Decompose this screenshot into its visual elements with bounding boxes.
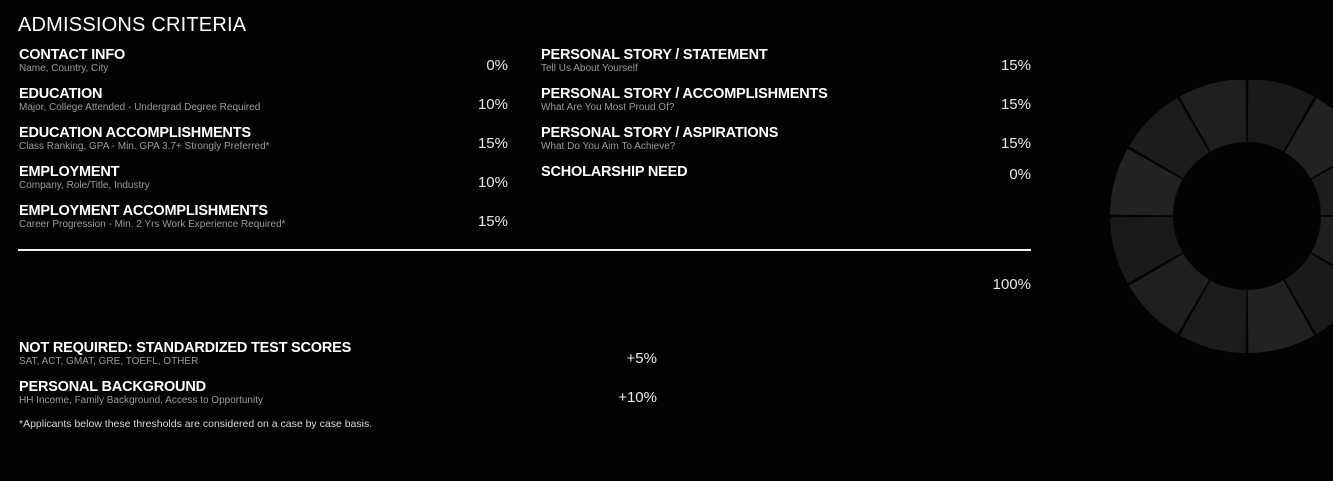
criteria-label: EDUCATION ACCOMPLISHMENTS [19, 125, 251, 141]
bonus-weight: +5% [626, 350, 657, 367]
criteria-left-column: CONTACT INFO Name, Country, City 0% EDUC… [19, 48, 508, 243]
criteria-row-contact-info: CONTACT INFO Name, Country, City 0% [19, 48, 508, 87]
criteria-label: EMPLOYMENT [19, 164, 120, 180]
bonus-description: HH Income, Family Background, Access to … [19, 395, 263, 406]
criteria-label: PERSONAL STORY / ACCOMPLISHMENTS [541, 86, 828, 102]
criteria-label: EMPLOYMENT ACCOMPLISHMENTS [19, 203, 268, 219]
bonus-label: PERSONAL BACKGROUND [19, 379, 206, 395]
criteria-row-scholarship-need: SCHOLARSHIP NEED 0% [541, 165, 1031, 204]
criteria-weight: 0% [1009, 166, 1031, 183]
criteria-description: Class Ranking, GPA - Min. GPA 3.7+ Stron… [19, 141, 270, 152]
criteria-description: What Are You Most Proud Of? [541, 102, 675, 113]
criteria-description: Career Progression - Min. 2 Yrs Work Exp… [19, 219, 286, 230]
bonus-label: NOT REQUIRED: STANDARDIZED TEST SCORES [19, 340, 352, 356]
total-weight: 100% [992, 276, 1031, 293]
criteria-description: Major, College Attended - Undergrad Degr… [19, 102, 261, 113]
bonus-row-test-scores: NOT REQUIRED: STANDARDIZED TEST SCORES S… [19, 341, 657, 380]
section-title: ADMISSIONS CRITERIA [18, 14, 247, 36]
criteria-description: Name, Country, City [19, 63, 109, 74]
criteria-label: CONTACT INFO [19, 47, 126, 63]
criteria-weight: 15% [1000, 57, 1031, 74]
criteria-row-personal-statement: PERSONAL STORY / STATEMENT Tell Us About… [541, 48, 1031, 87]
criteria-weight: 0% [486, 57, 508, 74]
criteria-weight: 10% [477, 96, 508, 113]
bonus-row-personal-background: PERSONAL BACKGROUND HH Income, Family Ba… [19, 380, 657, 419]
criteria-row-personal-aspirations: PERSONAL STORY / ASPIRATIONS What Do You… [541, 126, 1031, 165]
criteria-weight: 15% [477, 135, 508, 152]
criteria-weight: 15% [1000, 96, 1031, 113]
criteria-row-employment-accomplishments: EMPLOYMENT ACCOMPLISHMENTS Career Progre… [19, 204, 508, 243]
criteria-row-education-accomplishments: EDUCATION ACCOMPLISHMENTS Class Ranking,… [19, 126, 508, 165]
bonus-criteria: NOT REQUIRED: STANDARDIZED TEST SCORES S… [19, 341, 657, 419]
bonus-description: SAT, ACT, GMAT, GRE, TOEFL, OTHER [19, 356, 199, 367]
criteria-description: Tell Us About Yourself [541, 63, 638, 74]
criteria-row-personal-accomplishments: PERSONAL STORY / ACCOMPLISHMENTS What Ar… [541, 87, 1031, 126]
criteria-label: SCHOLARSHIP NEED [541, 164, 688, 180]
bonus-weight: +10% [618, 389, 657, 406]
criteria-row-education: EDUCATION Major, College Attended - Unde… [19, 87, 508, 126]
criteria-right-column: PERSONAL STORY / STATEMENT Tell Us About… [541, 48, 1031, 204]
criteria-label: PERSONAL STORY / ASPIRATIONS [541, 125, 779, 141]
criteria-label: PERSONAL STORY / STATEMENT [541, 47, 768, 63]
criteria-label: EDUCATION [19, 86, 103, 102]
criteria-weight: 15% [1000, 135, 1031, 152]
criteria-description: What Do You Aim To Achieve? [541, 141, 676, 152]
decorative-donut-chart [1110, 80, 1333, 353]
criteria-description: Company, Role/Title, Industry [19, 180, 150, 191]
criteria-row-employment: EMPLOYMENT Company, Role/Title, Industry… [19, 165, 508, 204]
footnote: *Applicants below these thresholds are c… [19, 418, 373, 430]
criteria-weight: 10% [477, 174, 508, 191]
criteria-weight: 15% [477, 213, 508, 230]
total-divider [18, 249, 1031, 251]
